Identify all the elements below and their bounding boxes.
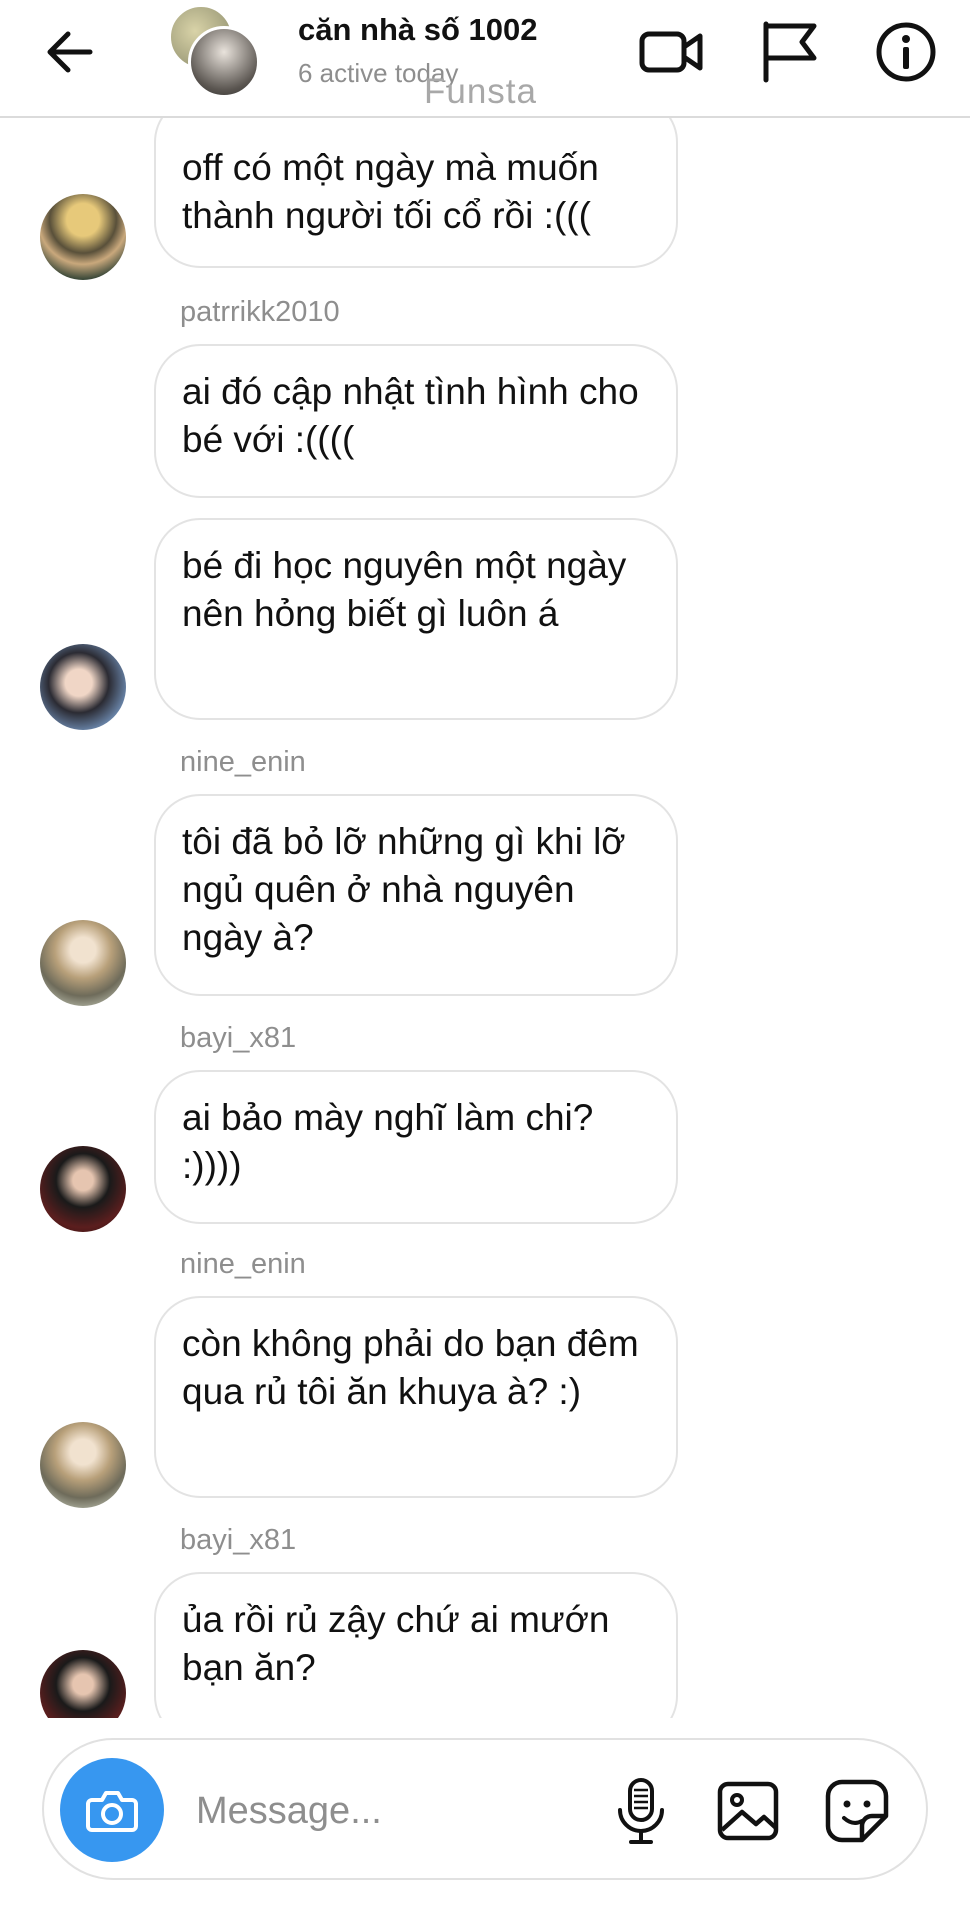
microphone-icon: [618, 1778, 664, 1844]
message-bubble[interactable]: off có một ngày mà muốn thành người tối …: [154, 118, 678, 268]
avatar[interactable]: [40, 194, 126, 280]
message-text: tôi đã bỏ lỡ những gì khi lỡ ngủ quên ở …: [182, 821, 626, 958]
info-button[interactable]: [870, 16, 942, 88]
info-icon: [876, 22, 936, 82]
video-call-button[interactable]: [636, 16, 708, 88]
sender-username[interactable]: nine_enin: [180, 746, 306, 779]
message-text: ủa rồi rủ zậy chứ ai mướn bạn ăn?: [182, 1599, 610, 1688]
back-button[interactable]: [40, 22, 100, 82]
sticker-button[interactable]: [820, 1774, 894, 1848]
camera-icon: [86, 1791, 138, 1832]
message-input[interactable]: [194, 1780, 578, 1842]
member-avatar: [188, 26, 260, 98]
avatar[interactable]: [40, 1146, 126, 1232]
back-arrow-icon: [47, 31, 93, 73]
watermark: Funsta: [424, 72, 537, 111]
message-bubble[interactable]: ủa rồi rủ zậy chứ ai mướn bạn ăn?: [154, 1572, 678, 1718]
flag-icon: [763, 21, 817, 83]
voice-message-button[interactable]: [604, 1774, 678, 1848]
sticker-icon: [825, 1779, 889, 1843]
sender-username[interactable]: bayi_x81: [180, 1022, 296, 1055]
gallery-icon: [717, 1781, 779, 1841]
message-bubble[interactable]: ai đó cập nhật tình hình cho bé với :(((…: [154, 344, 678, 498]
video-camera-icon: [639, 31, 703, 73]
message-text: còn không phải do bạn đêm qua rủ tôi ăn …: [182, 1323, 639, 1412]
message-thread: off có một ngày mà muốn thành người tối …: [0, 118, 970, 1718]
gallery-button[interactable]: [712, 1774, 786, 1848]
avatar[interactable]: [40, 1650, 126, 1718]
sender-username[interactable]: patrrikk2010: [180, 296, 340, 329]
message-text: bé đi học nguyên một ngày nên hỏng biết …: [182, 545, 627, 634]
avatar[interactable]: [40, 644, 126, 730]
sender-username[interactable]: bayi_x81: [180, 1524, 296, 1557]
message-bubble[interactable]: tôi đã bỏ lỡ những gì khi lỡ ngủ quên ở …: [154, 794, 678, 996]
message-composer: [42, 1738, 928, 1880]
group-avatar[interactable]: [168, 4, 260, 98]
sender-username[interactable]: nine_enin: [180, 1248, 306, 1281]
message-bubble[interactable]: ai bảo mày nghĩ làm chi? :)))): [154, 1070, 678, 1224]
message-bubble[interactable]: còn không phải do bạn đêm qua rủ tôi ăn …: [154, 1296, 678, 1498]
avatar[interactable]: [40, 920, 126, 1006]
message-bubble[interactable]: bé đi học nguyên một ngày nên hỏng biết …: [154, 518, 678, 720]
chat-title[interactable]: căn nhà số 1002: [298, 12, 538, 48]
message-text: ai đó cập nhật tình hình cho bé với :(((…: [182, 371, 639, 460]
camera-button[interactable]: [60, 1758, 164, 1862]
message-text: off có một ngày mà muốn thành người tối …: [182, 147, 599, 236]
message-text: ai bảo mày nghĩ làm chi? :)))): [182, 1097, 594, 1186]
avatar[interactable]: [40, 1422, 126, 1508]
chat-header: căn nhà số 1002 6 active today Funsta: [0, 0, 970, 118]
report-button[interactable]: [752, 16, 824, 88]
